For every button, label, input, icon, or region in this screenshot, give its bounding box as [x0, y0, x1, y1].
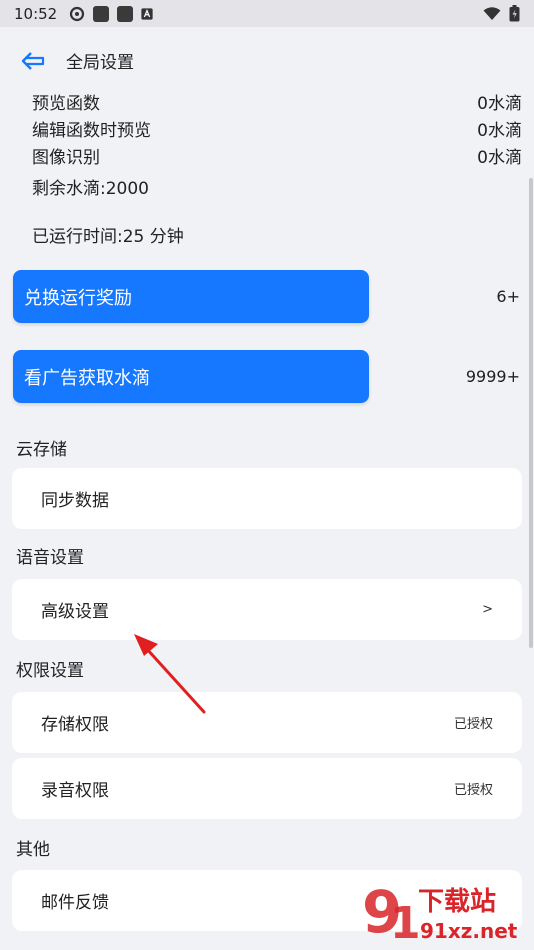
record-permission-item[interactable]: 录音权限 已授权 — [12, 758, 522, 819]
notification-icon-2 — [117, 5, 134, 22]
redeem-reward-button[interactable]: 兑换运行奖励 — [13, 270, 369, 323]
keyboard-a-icon — [141, 7, 153, 20]
back-arrow-icon[interactable] — [20, 49, 46, 73]
storage-permission-status: 已授权 — [453, 717, 493, 732]
usage-row-preview: 预览函数 0水滴 — [32, 89, 522, 114]
section-title-permissions: 权限设置 — [16, 661, 84, 681]
sync-data-item[interactable]: 同步数据 — [12, 468, 522, 529]
usage-label: 图像识别 — [32, 148, 100, 168]
usage-row-edit-preview: 编辑函数时预览 0水滴 — [32, 116, 522, 141]
watermark-brand: 下载站 — [418, 887, 496, 917]
status-time: 10:52 — [14, 4, 58, 23]
section-title-voice: 语音设置 — [16, 548, 84, 568]
svg-text:1: 1 — [390, 898, 421, 946]
page-title: 全局设置 — [66, 53, 134, 73]
usage-label: 预览函数 — [32, 94, 100, 114]
runtime-text: 已运行时间:25 分钟 — [32, 227, 184, 247]
chevron-right-icon: > — [482, 602, 493, 617]
watch-ad-label: 看广告获取水滴 — [24, 367, 150, 389]
section-title-other: 其他 — [16, 840, 50, 860]
advanced-settings-label: 高级设置 — [41, 602, 109, 622]
watermark-domain: 91xz.net — [420, 919, 518, 943]
wifi-icon — [483, 6, 501, 20]
record-permission-label: 录音权限 — [41, 781, 109, 801]
email-feedback-label: 邮件反馈 — [41, 893, 109, 913]
sync-icon — [70, 6, 85, 21]
watermark-logo: 9 1 下载站 91xz.net — [362, 880, 518, 946]
watch-ad-button[interactable]: 看广告获取水滴 — [13, 350, 369, 403]
battery-icon — [509, 5, 520, 22]
storage-permission-item[interactable]: 存储权限 已授权 — [12, 692, 522, 753]
record-permission-status: 已授权 — [453, 783, 493, 798]
usage-label: 编辑函数时预览 — [32, 121, 151, 141]
watch-ad-count: 9999+ — [465, 367, 520, 386]
usage-value: 0水滴 — [477, 121, 522, 141]
annotation-arrow-icon — [134, 634, 206, 714]
sync-data-label: 同步数据 — [41, 491, 109, 511]
usage-value: 0水滴 — [477, 94, 522, 114]
app-header: 全局设置 — [0, 40, 534, 82]
advanced-settings-item[interactable]: 高级设置 > — [12, 579, 522, 640]
usage-row-image-recognition: 图像识别 0水滴 — [32, 143, 522, 168]
storage-permission-label: 存储权限 — [41, 715, 109, 735]
redeem-reward-label: 兑换运行奖励 — [24, 287, 132, 309]
usage-value: 0水滴 — [477, 148, 522, 168]
section-title-cloud: 云存储 — [16, 440, 67, 460]
status-bar: 10:52 — [0, 0, 534, 27]
remaining-drops: 剩余水滴:2000 — [32, 179, 149, 199]
notification-icon — [93, 5, 110, 22]
scrollbar[interactable] — [529, 178, 533, 648]
redeem-count: 6+ — [496, 287, 520, 306]
